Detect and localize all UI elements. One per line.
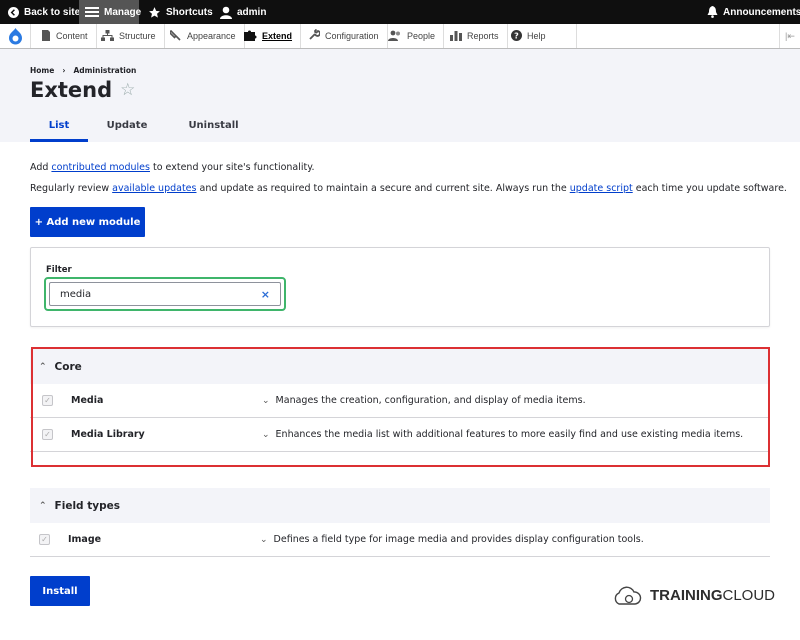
tray-item-people[interactable]: People: [380, 24, 445, 48]
announcements-button[interactable]: Announcements: [701, 0, 800, 24]
filter-input[interactable]: media ×: [49, 282, 281, 306]
filter-panel: Filter media ×: [30, 247, 770, 327]
install-button[interactable]: Install: [30, 576, 90, 606]
cloud-icon: [614, 586, 642, 605]
tray-item-structure[interactable]: Structure: [93, 24, 165, 48]
add-new-module-button[interactable]: + Add new module: [30, 207, 145, 237]
clear-filter-icon[interactable]: ×: [261, 288, 270, 301]
help-icon: ?: [511, 29, 522, 43]
module-checkbox[interactable]: ✓: [39, 534, 50, 545]
back-to-site-link[interactable]: Back to site: [2, 0, 86, 24]
filter-value: media: [60, 288, 92, 300]
chevron-down-icon: ⌄: [260, 534, 268, 545]
breadcrumb-separator: ›: [62, 66, 66, 75]
reports-icon: [450, 30, 462, 43]
star-icon: [148, 6, 161, 19]
section-title: Field types: [54, 499, 120, 512]
filter-label: Filter: [46, 265, 72, 275]
tray-item-configuration[interactable]: Configuration: [300, 24, 388, 48]
content-icon: [41, 29, 51, 43]
manage-button[interactable]: Manage: [79, 0, 141, 24]
appearance-icon: [168, 29, 182, 43]
svg-text:?: ?: [514, 31, 519, 40]
drupal-logo[interactable]: [0, 24, 31, 48]
trainingcloud-logo: TRAININGCLOUD: [612, 584, 775, 606]
update-script-link[interactable]: update script: [570, 183, 633, 194]
user-icon: [220, 6, 232, 19]
tabs: List Update Uninstall: [30, 115, 261, 142]
tray-item-reports[interactable]: Reports: [442, 24, 508, 48]
available-updates-link[interactable]: available updates: [112, 183, 196, 194]
tray-item-extend[interactable]: Extend: [236, 24, 302, 48]
star-icon[interactable]: ☆: [120, 80, 135, 100]
admin-menu-tray: Content Structure Appearance Extend Conf…: [0, 24, 800, 49]
arrow-left-icon: [8, 6, 19, 18]
breadcrumb: Home › Administration: [30, 66, 136, 75]
breadcrumb-home[interactable]: Home: [30, 66, 54, 75]
page-header: Home › Administration Extend ☆ List Upda…: [0, 49, 800, 142]
people-icon: [388, 30, 402, 43]
chevron-up-icon: ⌃: [39, 500, 47, 511]
tab-update[interactable]: Update: [88, 115, 166, 142]
breadcrumb-administration[interactable]: Administration: [73, 66, 136, 75]
section-field-types-header[interactable]: ⌃ Field types: [30, 488, 770, 523]
user-button[interactable]: admin: [214, 0, 272, 24]
tab-uninstall[interactable]: Uninstall: [166, 115, 261, 142]
module-row: ✓ Image ⌄ Defines a field type for image …: [30, 523, 770, 557]
tray-item-appearance[interactable]: Appearance: [162, 24, 245, 48]
drupal-icon: [8, 27, 22, 44]
filter-highlight: media ×: [44, 277, 286, 311]
intro-text-1: Add contributed modules to extend your s…: [30, 162, 315, 173]
bell-icon: [707, 6, 718, 18]
core-highlight-box: [31, 347, 770, 467]
module-description[interactable]: ⌄ Defines a field type for image media an…: [260, 534, 644, 545]
tray-item-content[interactable]: Content: [33, 24, 97, 48]
section-field-types: ⌃ Field types ✓ Image ⌄ Defines a field t…: [30, 488, 770, 557]
admin-toolbar: Back to site Manage Shortcuts admin Anno…: [0, 0, 800, 24]
wrench-icon: [308, 28, 321, 43]
page-title: Extend: [30, 78, 113, 102]
intro-text-2: Regularly review available updates and u…: [30, 183, 787, 194]
module-name: Image: [68, 534, 102, 545]
menu-icon: [85, 6, 99, 18]
extend-icon: [244, 30, 257, 43]
tab-list[interactable]: List: [30, 115, 88, 142]
contributed-modules-link[interactable]: contributed modules: [51, 162, 150, 173]
tray-item-help[interactable]: ? Help: [503, 24, 577, 48]
structure-icon: [101, 29, 114, 43]
collapse-tray-icon[interactable]: |⇤: [779, 24, 800, 48]
shortcuts-button[interactable]: Shortcuts: [142, 0, 219, 24]
page-title-row: Extend ☆: [30, 78, 135, 102]
